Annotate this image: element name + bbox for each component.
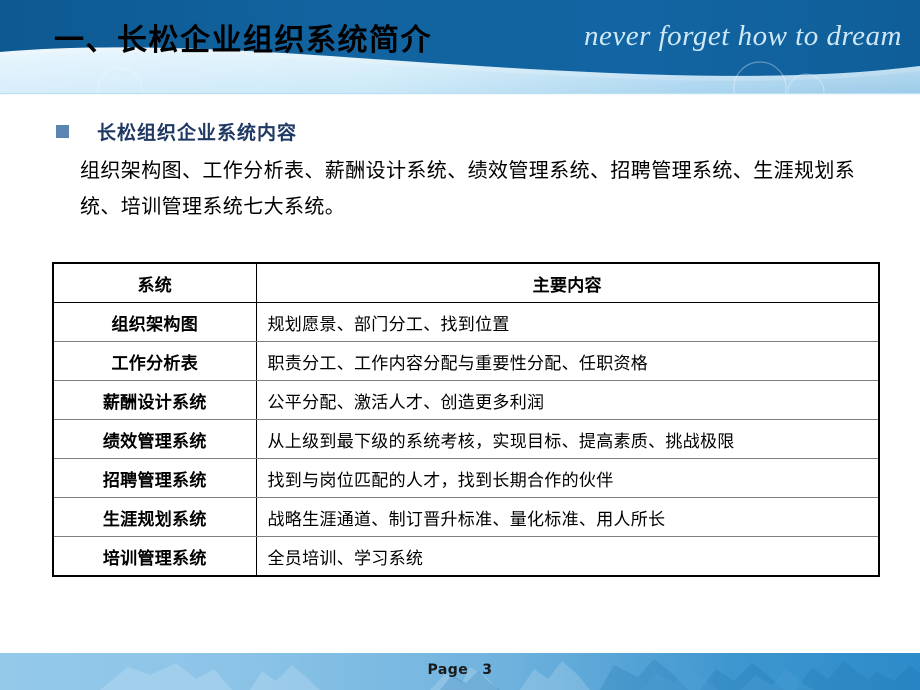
table-cell-system: 招聘管理系统 [52, 458, 257, 498]
slide: 一、长松企业组织系统简介 never forget how to dream 长… [0, 0, 920, 690]
page-number-value: 3 [482, 662, 493, 678]
table-cell-system: 工作分析表 [52, 341, 257, 381]
bullet-heading-label: 长松组织企业系统内容 [97, 122, 298, 144]
table-header-row: 系统 主要内容 [52, 262, 880, 303]
header-tagline: never forget how to dream [583, 20, 902, 52]
page-label-text: Page [427, 662, 469, 678]
table-cell-system: 组织架构图 [52, 302, 257, 342]
table-cell-content: 职责分工、工作内容分配与重要性分配、任职资格 [255, 341, 880, 381]
table-cell-content: 战略生涯通道、制订晋升标准、量化标准、用人所长 [255, 497, 880, 537]
table-cell-content: 公平分配、激活人才、创造更多利润 [255, 380, 880, 420]
bullet-heading-row: 长松组织企业系统内容 [56, 118, 297, 145]
table-row: 组织架构图 规划愿景、部门分工、找到位置 [52, 302, 880, 342]
table-header-system: 系统 [52, 262, 257, 303]
table-row: 绩效管理系统 从上级到最下级的系统考核，实现目标、提高素质、挑战极限 [52, 419, 880, 459]
page-number-footer: Page 3 [0, 662, 920, 678]
table-cell-content: 找到与岗位匹配的人才，找到长期合作的伙伴 [255, 458, 880, 498]
intro-paragraph: 组织架构图、工作分析表、薪酬设计系统、绩效管理系统、招聘管理系统、生涯规划系统、… [80, 158, 856, 218]
table-row: 招聘管理系统 找到与岗位匹配的人才，找到长期合作的伙伴 [52, 458, 880, 498]
slide-footer: Page 3 [0, 653, 920, 690]
table-header-content: 主要内容 [255, 262, 880, 303]
systems-table: 系统 主要内容 组织架构图 规划愿景、部门分工、找到位置 工作分析表 职责分工、… [52, 262, 880, 577]
table-row: 生涯规划系统 战略生涯通道、制订晋升标准、量化标准、用人所长 [52, 497, 880, 537]
slide-header: 一、长松企业组织系统简介 never forget how to dream [0, 0, 920, 96]
table-cell-system: 生涯规划系统 [52, 497, 257, 537]
table-row: 培训管理系统 全员培训、学习系统 [52, 536, 880, 577]
slide-content: 长松组织企业系统内容 组织架构图、工作分析表、薪酬设计系统、绩效管理系统、招聘管… [0, 96, 920, 652]
table-cell-content: 从上级到最下级的系统考核，实现目标、提高素质、挑战极限 [255, 419, 880, 459]
table-row: 薪酬设计系统 公平分配、激活人才、创造更多利润 [52, 380, 880, 420]
table-cell-system: 培训管理系统 [52, 536, 257, 577]
table-cell-system: 薪酬设计系统 [52, 380, 257, 420]
table-cell-content: 全员培训、学习系统 [255, 536, 880, 577]
table-row: 工作分析表 职责分工、工作内容分配与重要性分配、任职资格 [52, 341, 880, 381]
table-cell-system: 绩效管理系统 [52, 419, 257, 459]
table-cell-content: 规划愿景、部门分工、找到位置 [255, 302, 880, 342]
page-title: 一、长松企业组织系统简介 [54, 23, 432, 58]
square-bullet-icon [56, 125, 69, 138]
